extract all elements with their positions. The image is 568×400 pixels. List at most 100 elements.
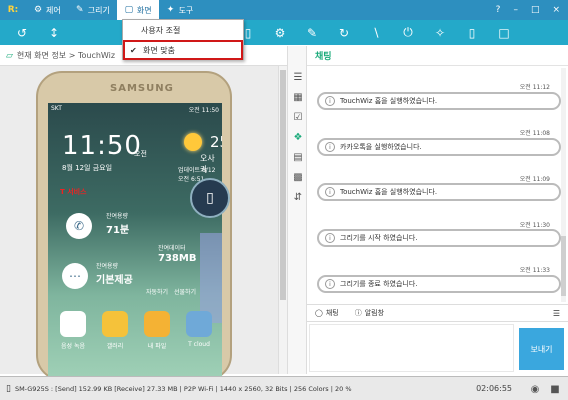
checklist-icon[interactable]: ▩ (291, 170, 305, 184)
record-icon[interactable]: ■ (548, 382, 562, 396)
chat-input[interactable] (309, 324, 514, 372)
message-text: 그리기를 시작 하였습니다. (340, 234, 418, 242)
message-time: 오전 11:33 (519, 267, 550, 274)
gear-icon[interactable]: ⚙ (270, 24, 290, 42)
chat-tabs: ◯ 채팅 ⓘ 알림창 ☰ (307, 304, 568, 322)
breadcrumb-text: 현재 화면 정보 > TouchWiz (16, 51, 116, 60)
tab-notifications-label: 알림창 (364, 309, 385, 317)
message-bubble: i TouchWiz 홈을 실행하였습니다. (317, 183, 561, 201)
message-text: TouchWiz 홈을 실행하였습니다. (340, 188, 438, 196)
clock: 11:50 (62, 131, 142, 161)
document-icon[interactable]: ▤ (291, 150, 305, 164)
camera-icon[interactable]: ◉ (528, 382, 542, 396)
weather-temp: 25° (210, 133, 222, 151)
device-view[interactable]: SAMSUNG SKT 오전 11:50 11:50 오전 8월 12일 금요일… (0, 66, 287, 381)
back-arrow-icon[interactable]: ↺ (12, 24, 32, 42)
tools-icon: ✦ (166, 5, 175, 15)
chip-icon[interactable]: ▦ (291, 90, 305, 104)
sliders-icon[interactable]: ☰ (291, 70, 305, 84)
phone-frame: SAMSUNG SKT 오전 11:50 11:50 오전 8월 12일 금요일… (36, 71, 232, 381)
edge-handle-button[interactable]: ▯ (190, 178, 230, 218)
screen-dropdown: 사용자 조절 ✔ 화면 맞춤 (122, 19, 244, 60)
phone-screen[interactable]: SKT 오전 11:50 11:50 오전 8월 12일 금요일 25° 오사카… (48, 103, 222, 378)
menu-tools-label: 도구 (178, 5, 194, 15)
message-time: 오전 11:12 (519, 84, 550, 91)
dropdown-item-custom[interactable]: 사용자 조절 (123, 20, 243, 40)
phone-icon[interactable]: ▯ (462, 24, 482, 42)
status-info: SM-G925S : [Send] 152.99 KB [Receive] 27… (14, 384, 352, 393)
my-files-icon[interactable] (144, 311, 170, 337)
voice-recorder-icon[interactable] (60, 311, 86, 337)
dropdown-item-fit-label: 화면 맞춤 (143, 45, 175, 55)
tab-notifications[interactable]: ⓘ 알림창 (347, 308, 392, 318)
status-left: SKT (51, 105, 62, 112)
device-scrollbar[interactable] (278, 66, 287, 374)
chat-panel: 채팅 오전 11:12 i TouchWiz 홈을 실행하였습니다. 오전 11… (307, 46, 568, 374)
toolbar: ↺ ↕ ⚲ ▯ ⚙ ✎ ↻ ∖ ⏻ ✧ ▯ □ (0, 20, 568, 45)
menu-draw[interactable]: ✎ 그리기 (68, 0, 117, 20)
fullscreen-icon[interactable]: □ (494, 24, 514, 42)
close-button[interactable]: × (552, 5, 560, 15)
gallery-icon[interactable] (102, 311, 128, 337)
menu-icon[interactable]: ☰ (553, 309, 568, 318)
chat-icon[interactable]: ❖ (291, 130, 305, 144)
info-icon: i (325, 279, 335, 289)
chat-scrollbar[interactable] (561, 68, 566, 302)
top-menu-bar: R: ⚙ 제어 ✎ 그리기 ▢ 화면 ✦ 도구 ? – □ × (0, 0, 568, 20)
tab-chat-label: 채팅 (325, 309, 339, 317)
app-logo: R: (7, 5, 19, 15)
message-time: 오전 11:09 (519, 176, 550, 183)
widget2-value: 738MB (158, 253, 197, 264)
menu-control[interactable]: ⚙ 제어 (26, 0, 68, 20)
chat-title: 채팅 (307, 46, 568, 66)
widget2-label: 잔여데이터 (158, 245, 186, 252)
device-icon: ▯ (6, 383, 11, 394)
date: 8월 12일 금요일 (62, 164, 113, 172)
tcloud-icon[interactable] (186, 311, 212, 337)
sun-icon (184, 133, 202, 151)
checkbox-icon[interactable]: ☑ (291, 110, 305, 124)
page-icon: ▱ (6, 50, 13, 61)
sync-icon[interactable]: ↻ (334, 24, 354, 42)
check-icon: ✔ (130, 46, 137, 55)
menu-tools[interactable]: ✦ 도구 (159, 0, 201, 20)
info-icon: i (325, 233, 335, 243)
tab-chat[interactable]: ◯ 채팅 (307, 308, 347, 318)
dropdown-item-fit[interactable]: ✔ 화면 맞춤 (123, 40, 243, 60)
message-icon[interactable]: ⋯ (62, 263, 88, 289)
menu-control-label: 제어 (46, 5, 61, 15)
brand-label: SAMSUNG (110, 83, 174, 94)
power-icon[interactable]: ⏻ (398, 24, 418, 42)
help-button[interactable]: ? (496, 5, 501, 15)
dock-label-voice: 음성 녹음 (61, 343, 85, 350)
widget1-value: 71분 (106, 225, 130, 236)
info-circle-icon: ⓘ (354, 309, 362, 317)
session-time: 02:06:55 (476, 384, 512, 393)
edge-panel[interactable] (200, 233, 222, 323)
chat-scroll-thumb[interactable] (561, 236, 566, 296)
transfer-icon[interactable]: ⇵ (291, 190, 305, 204)
send-button[interactable]: 보내기 (519, 328, 564, 370)
dock-label-files: 내 파일 (147, 343, 167, 350)
control-icon: ⚙ (33, 5, 43, 15)
call-icon[interactable]: ✆ (66, 213, 92, 239)
status-right: 오전 11:50 (188, 107, 219, 114)
window-controls: ? – □ × (496, 5, 568, 15)
clock-ampm: 오전 (134, 150, 147, 158)
maximize-button[interactable]: □ (531, 5, 540, 15)
message-bubble: i 그리기를 시작 하였습니다. (317, 229, 561, 247)
status-bar: ▯ SM-G925S : [Send] 152.99 KB [Receive] … (0, 376, 568, 400)
brush-icon[interactable]: ✎ (302, 24, 322, 42)
minimize-button[interactable]: – (513, 5, 518, 15)
carrier-logo: T 서비스 (60, 188, 87, 196)
expand-icon[interactable]: ↕ (44, 24, 64, 42)
device-scroll-thumb[interactable] (280, 70, 286, 300)
widget1-label: 잔여용량 (106, 213, 129, 220)
menu-screen[interactable]: ▢ 화면 (116, 0, 159, 20)
menu-screen-label: 화면 (136, 5, 152, 15)
wrench-icon[interactable]: ✧ (430, 24, 450, 42)
eraser-icon[interactable]: ∖ (366, 24, 386, 42)
widget3-value: 기본제공 (96, 275, 133, 286)
widget-foot-right: 선물하기 (174, 289, 197, 296)
dock-label-gallery: 갤러리 (106, 343, 124, 350)
